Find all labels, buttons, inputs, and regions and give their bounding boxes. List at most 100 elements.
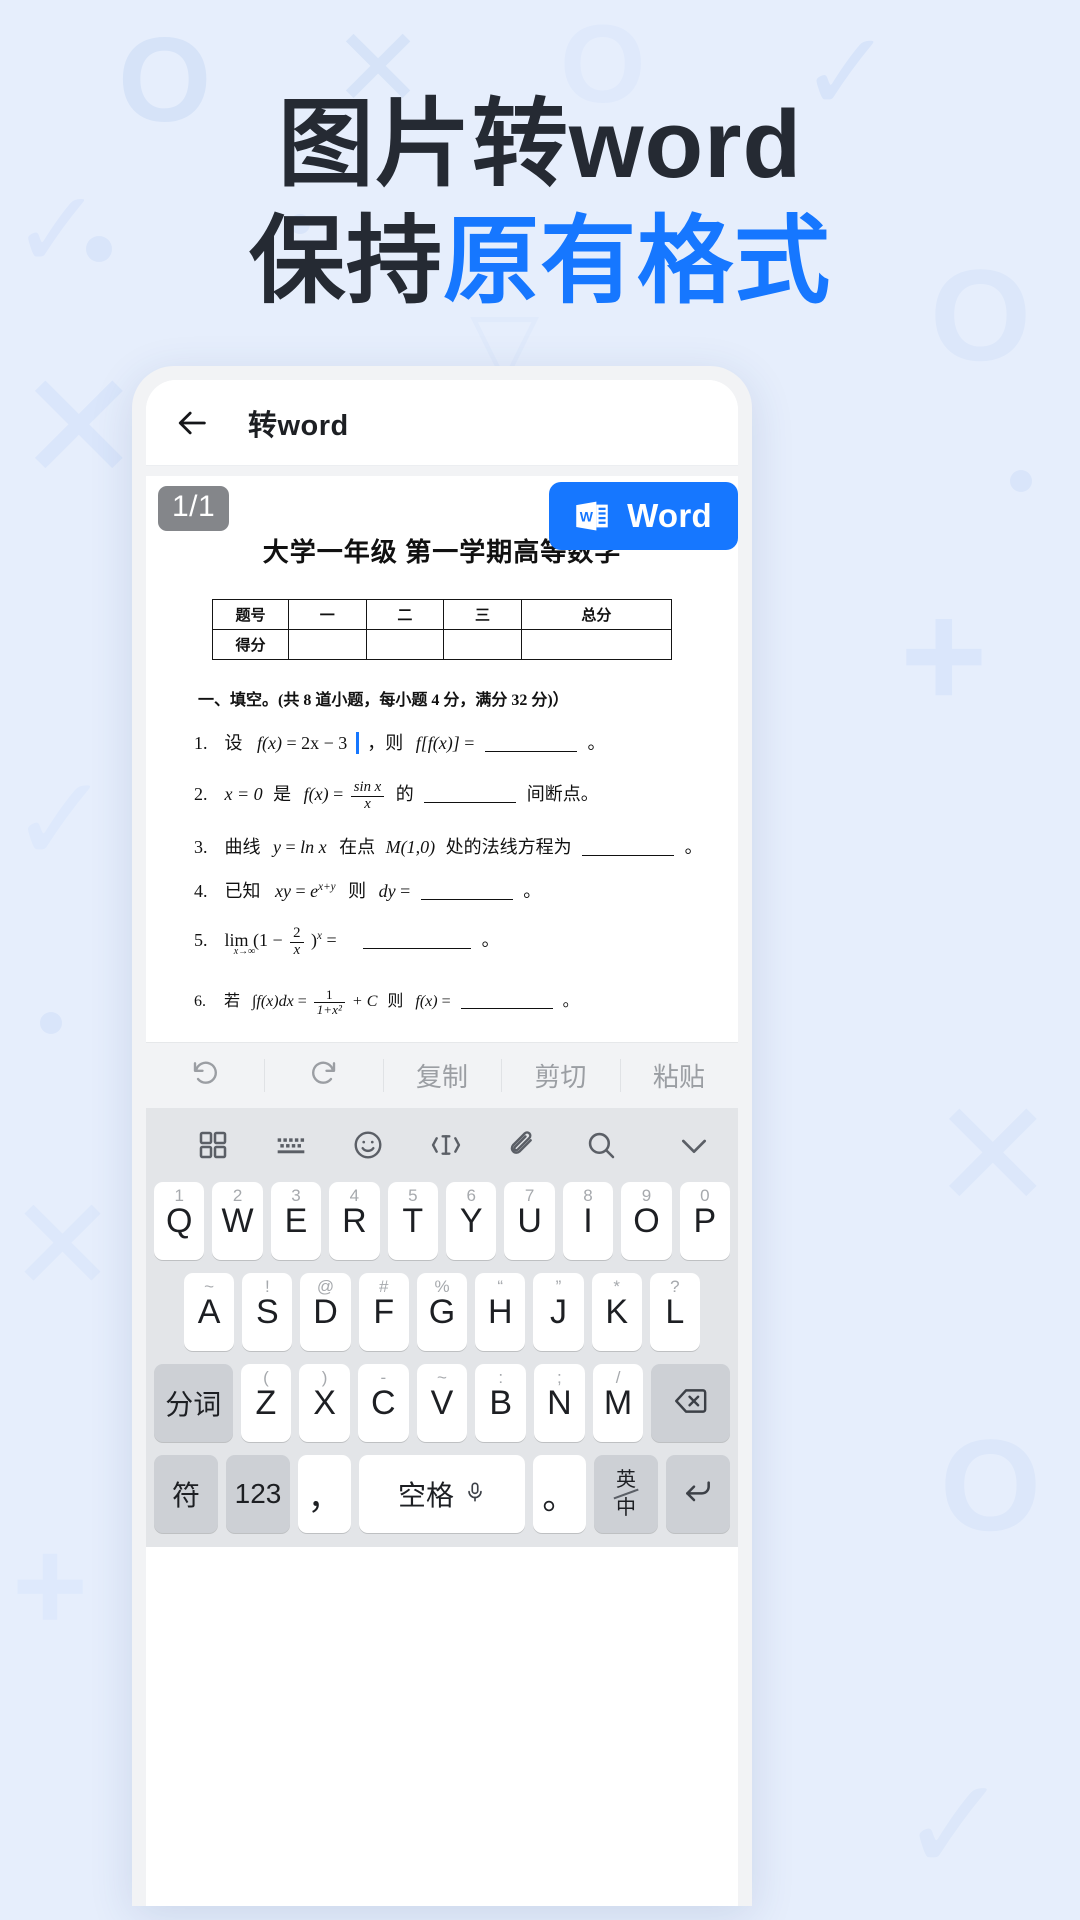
keyboard-row-4: 符 123 ， 空格 。 英 中 [146, 1455, 738, 1533]
key-label: 空格 [397, 1480, 454, 1511]
key-language-toggle[interactable]: 英 中 [593, 1455, 658, 1533]
q3-rest: 处的法线方程为 [445, 837, 572, 857]
document-page[interactable]: 1/1 W Word 大学一年级 第一学期高等数学 题号 一 二 三 总分 得分… [146, 476, 738, 1042]
q3-period: 。 [684, 837, 703, 857]
key-c[interactable]: -C [357, 1364, 409, 1442]
key-numbers[interactable]: 123 [226, 1455, 290, 1533]
key-sub-label: 4 [349, 1186, 360, 1205]
key-p[interactable]: 0P [679, 1182, 731, 1260]
answer-blank [582, 855, 675, 856]
answer-blank [363, 948, 472, 950]
bg-glyph-o4: O [940, 1412, 1042, 1558]
key-e[interactable]: 3E [270, 1182, 322, 1260]
key-enter[interactable] [665, 1455, 730, 1533]
key-d[interactable]: @ D [300, 1273, 351, 1351]
key-r[interactable]: 4R [329, 1182, 380, 1260]
key-label: P [693, 1201, 717, 1240]
key-i[interactable]: 8I [562, 1182, 614, 1260]
bg-glyph-x3: ✕ [930, 1071, 1056, 1239]
answer-blank [484, 751, 577, 752]
score-table: 题号 一 二 三 总分 得分 [212, 599, 673, 660]
table-cell [520, 629, 673, 660]
key-label: U [517, 1201, 542, 1240]
back-arrow-icon[interactable] [176, 406, 210, 440]
key-x[interactable]: ) X [299, 1364, 350, 1442]
q1-fx: f(x) [257, 733, 282, 753]
key-sub-label: 7 [524, 1186, 535, 1205]
table-cell [365, 629, 445, 660]
headline-line-1: 图片转word [277, 91, 803, 198]
q1-minus: − 3 [323, 733, 348, 753]
key-symbols[interactable]: 符 [154, 1455, 218, 1533]
key-sub-label: ~ [437, 1368, 447, 1387]
word-export-button[interactable]: W Word [549, 482, 738, 550]
key-period[interactable]: 。 [532, 1455, 586, 1533]
fraction-denominator: 1+x² [316, 1001, 342, 1017]
key-sub-label: 5 [408, 1186, 418, 1205]
cut-button[interactable]: 剪切 [501, 1043, 619, 1108]
key-o[interactable]: 9O [621, 1182, 672, 1260]
limit-operator: lim x→∞ [225, 931, 256, 957]
fraction: 1 1+x² [313, 988, 345, 1017]
key-h[interactable]: “H [475, 1273, 526, 1351]
key-m[interactable]: / M [592, 1364, 644, 1442]
chevron-down-icon[interactable] [640, 1129, 710, 1161]
key-a[interactable]: ~ A [184, 1273, 235, 1351]
q2-tail: 间断点。 [526, 784, 599, 805]
question-item-1: 1. 设 f(x) = 2x − 3 ，则 f[f(x)] = 。 [194, 732, 712, 754]
key-y[interactable]: 6Y [446, 1182, 497, 1260]
key-comma[interactable]: ， [298, 1455, 352, 1533]
text-cursor-icon[interactable] [407, 1129, 485, 1161]
redo-button[interactable] [264, 1043, 382, 1108]
key-sub-label: “ [497, 1277, 504, 1296]
q4-e: e [310, 881, 319, 901]
paste-button[interactable]: 粘贴 [619, 1043, 738, 1108]
q3-y: y [273, 837, 281, 857]
key-space[interactable]: 空格 [359, 1455, 525, 1533]
key-backspace[interactable] [651, 1364, 730, 1442]
undo-button[interactable] [146, 1043, 264, 1108]
table-cell: 总分 [520, 599, 673, 630]
key-f[interactable]: # F [358, 1273, 409, 1351]
q5-exponent: x [317, 930, 322, 943]
key-sub-label: ) [321, 1368, 328, 1387]
key-b[interactable]: :B [475, 1364, 527, 1442]
clipboard-icon[interactable] [485, 1129, 563, 1161]
key-n[interactable]: ; N [534, 1364, 585, 1442]
q3-point: M(1,0) [385, 837, 436, 857]
key-word-segmentation[interactable]: 分词 [154, 1364, 233, 1442]
key-j[interactable]: ” J [533, 1273, 584, 1351]
text-cursor [355, 732, 359, 754]
question-item-3: 3. 曲线 y = ln x 在点 M(1,0) 处的法线方程为 。 [194, 838, 712, 856]
svg-text:W: W [580, 508, 594, 524]
keyboard-row-1: 1Q 2W 3E 4R 5T 6Y 7U 8I 9O 0P [146, 1182, 738, 1260]
grid-icon[interactable] [174, 1129, 252, 1161]
key-label: 。 [542, 1478, 577, 1517]
fraction-numerator: sin x [350, 779, 385, 797]
question-number: 4. [194, 881, 208, 901]
key-s[interactable]: ! S [242, 1273, 293, 1351]
key-t[interactable]: 5T [387, 1182, 438, 1260]
search-icon[interactable] [562, 1129, 640, 1161]
key-k[interactable]: * K [591, 1273, 642, 1351]
keyboard-icon[interactable] [252, 1129, 330, 1161]
key-q[interactable]: 1Q [153, 1182, 205, 1260]
bg-glyph-x2: ✕ [16, 343, 142, 511]
bg-glyph-v: ✓ [10, 753, 111, 887]
emoji-icon[interactable] [329, 1129, 407, 1161]
key-u[interactable]: 7U [504, 1182, 555, 1260]
key-label: V [430, 1383, 454, 1422]
q3-ln: ln x [300, 837, 327, 857]
key-g[interactable]: % G [416, 1273, 468, 1351]
q4-then: 则 [348, 881, 367, 901]
answer-blank [460, 1007, 553, 1009]
key-v[interactable]: ~ V [416, 1364, 468, 1442]
bg-glyph-plus: + [900, 571, 988, 739]
key-z[interactable]: (Z [240, 1364, 292, 1442]
key-l[interactable]: ? L [649, 1273, 700, 1351]
key-w[interactable]: 2W [212, 1182, 263, 1260]
q4-dy: dy [378, 881, 396, 901]
page-counter-badge: 1/1 [158, 486, 230, 531]
q1-ffx: f[f(x)] [415, 733, 460, 753]
copy-button[interactable]: 复制 [382, 1043, 501, 1108]
